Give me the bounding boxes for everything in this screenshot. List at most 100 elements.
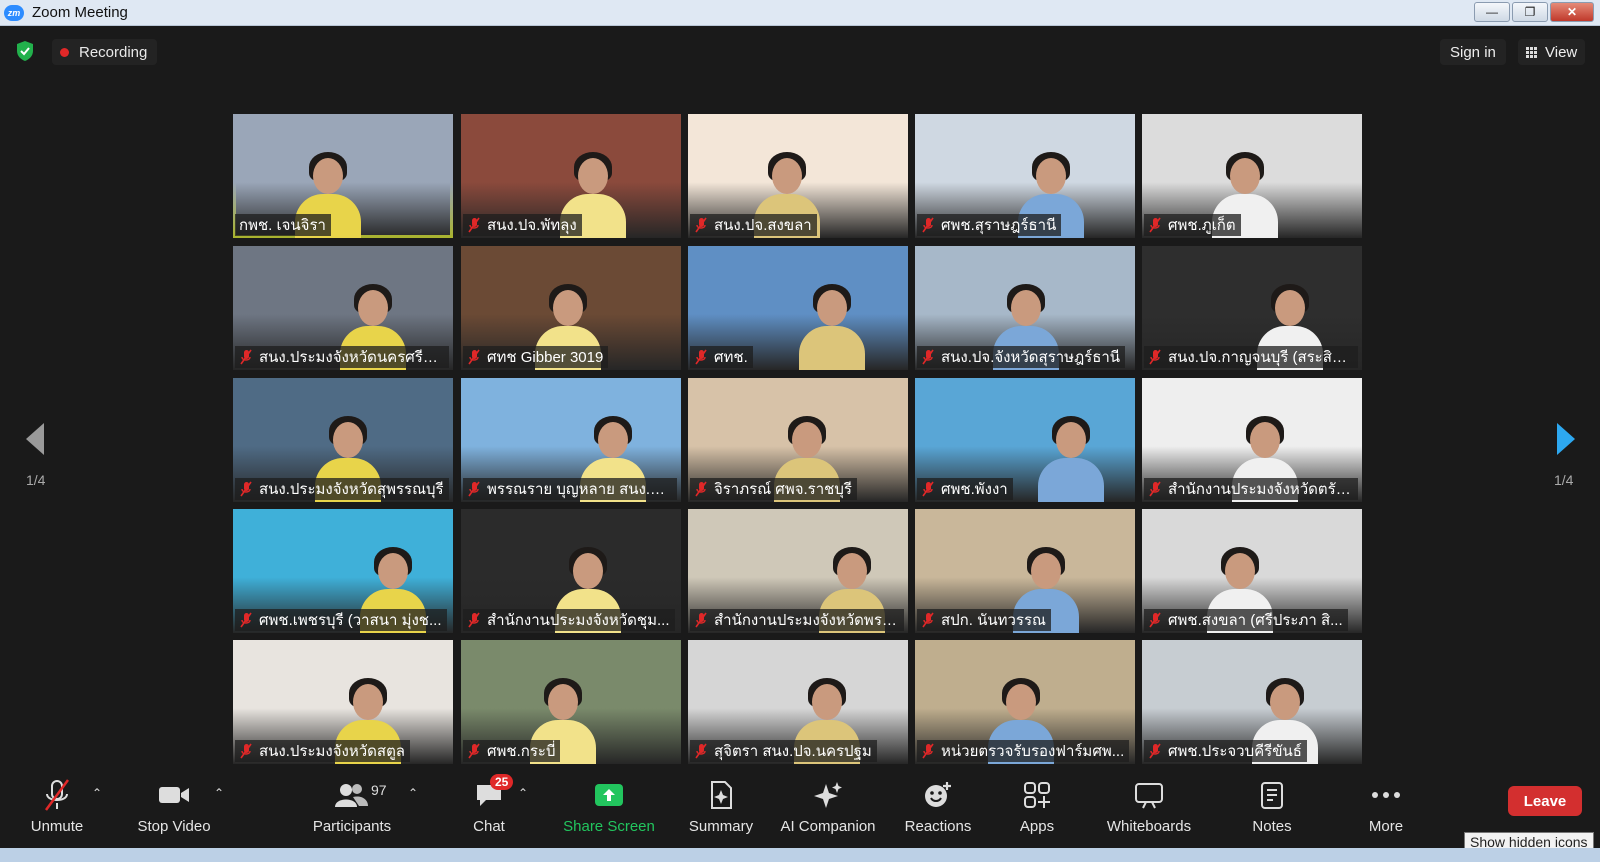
- participant-video-tile[interactable]: ศพช.ภูเก็ต: [1142, 114, 1362, 238]
- participant-video-tile[interactable]: ศพช.กระบี่: [461, 640, 681, 764]
- more-label: More: [1368, 818, 1404, 835]
- participant-name: ศพช.ประจวบคีรีขันธ์: [1168, 743, 1302, 760]
- windows-taskbar: [0, 848, 1600, 862]
- ai-companion-label: AI Companion: [780, 818, 876, 835]
- participants-button[interactable]: 97 Participants: [311, 774, 393, 848]
- apps-icon: [1023, 774, 1051, 816]
- share-screen-button[interactable]: Share Screen: [562, 774, 656, 848]
- next-page-arrow-icon[interactable]: [1555, 422, 1577, 456]
- participant-video-tile[interactable]: ศพช.เพชรบุรี (วาสนา มุ่งช...: [233, 509, 453, 633]
- apps-button[interactable]: Apps: [1018, 774, 1056, 848]
- muted-mic-icon: [1149, 481, 1161, 497]
- participant-video-tile[interactable]: สนง.ปจ.กาญจนบุรี (สระสิท...: [1142, 246, 1362, 370]
- participant-name: ศพช.ภูเก็ต: [1168, 217, 1236, 234]
- muted-mic-icon: [922, 481, 934, 497]
- more-dots-icon: [1371, 774, 1401, 816]
- participant-video-tile[interactable]: สนง.ประมงจังหวัดนครศรีธ...: [233, 246, 453, 370]
- summary-button[interactable]: Summary: [686, 774, 756, 848]
- close-button[interactable]: ✕: [1550, 2, 1594, 22]
- participant-name: ศทช Gibber 3019: [487, 349, 604, 366]
- minimize-button[interactable]: —: [1474, 2, 1510, 22]
- participant-video-tile[interactable]: จิราภรณ์ ศพจ.ราชบุรี: [688, 378, 908, 502]
- participant-video-tile[interactable]: กพช. เจนจิรา: [233, 114, 453, 238]
- restore-button[interactable]: ❐: [1512, 2, 1548, 22]
- participant-video-tile[interactable]: ศพช.สงขลา (ศรีประภา สิ...: [1142, 509, 1362, 633]
- notes-button[interactable]: Notes: [1250, 774, 1294, 848]
- participant-name: สนง.ประมงจังหวัดสุพรรณบุรี: [259, 481, 444, 498]
- stop-video-label: Stop Video: [137, 818, 211, 835]
- muted-microphone-icon: [41, 774, 73, 816]
- participant-video-tile[interactable]: สนง.ประมงจังหวัดสุพรรณบุรี: [233, 378, 453, 502]
- muted-mic-icon: [695, 481, 707, 497]
- participant-video-tile[interactable]: สปก. นันทวรรณ: [915, 509, 1135, 633]
- whiteboards-label: Whiteboards: [1106, 818, 1192, 835]
- security-shield-icon[interactable]: [15, 40, 35, 62]
- participant-video-tile[interactable]: ศทช.: [688, 246, 908, 370]
- muted-mic-icon: [922, 217, 934, 233]
- participant-video-tile[interactable]: หน่วยตรวจรับรองฟาร์มศพ...: [915, 640, 1135, 764]
- participant-name: ศพช.สงขลา (ศรีประภา สิ...: [1168, 612, 1343, 629]
- sign-in-button[interactable]: Sign in: [1440, 39, 1506, 65]
- participant-video-tile[interactable]: สนง.ประมงจังหวัดสตูล: [233, 640, 453, 764]
- video-options-caret-icon[interactable]: ⌃: [214, 786, 224, 800]
- chat-button[interactable]: 25 Chat: [468, 774, 514, 848]
- participant-name-bar: สปก. นันทวรรณ: [917, 609, 1051, 631]
- recording-indicator[interactable]: Recording: [52, 39, 158, 65]
- participant-name-bar: สำนักงานประมงจังหวัดชุม...: [463, 609, 675, 631]
- participants-label: Participants: [312, 818, 392, 835]
- summary-document-icon: [708, 774, 734, 816]
- participant-video-tile[interactable]: ศทช Gibber 3019: [461, 246, 681, 370]
- unmute-label: Unmute: [30, 818, 84, 835]
- participant-name-bar: สำนักงานประมงจังหวัดพระ...: [690, 609, 904, 631]
- muted-mic-icon: [468, 349, 480, 365]
- participant-name: สนง.ปจ.พัทลุง: [487, 217, 577, 234]
- participant-name-bar: สนง.ประมงจังหวัดสตูล: [235, 740, 411, 762]
- participant-video-tile[interactable]: สำนักงานประมงจังหวัดชุม...: [461, 509, 681, 633]
- window-title: Zoom Meeting: [32, 4, 128, 21]
- participant-name-bar: สนง.ปจ.พัทลุง: [463, 214, 582, 236]
- previous-page-arrow-icon[interactable]: [24, 422, 46, 456]
- participant-name: สนง.ปจ.จังหวัดสุราษฎร์ธานี: [941, 349, 1121, 366]
- reactions-button[interactable]: Reactions: [904, 774, 972, 848]
- view-button[interactable]: View: [1518, 39, 1586, 65]
- leave-button[interactable]: Leave: [1508, 786, 1582, 816]
- participant-video-tile[interactable]: สำนักงานประมงจังหวัดตรัง...: [1142, 378, 1362, 502]
- participant-video-tile[interactable]: ศพช.พังงา: [915, 378, 1135, 502]
- window-titlebar: zm Zoom Meeting — ❐ ✕: [0, 0, 1600, 26]
- participant-video-tile[interactable]: สุจิตรา สนง.ปจ.นครปฐม: [688, 640, 908, 764]
- participant-video-tile[interactable]: สนง.ปจ.พัทลุง: [461, 114, 681, 238]
- participant-video-tile[interactable]: สนง.ปจ.จังหวัดสุราษฎร์ธานี: [915, 246, 1135, 370]
- muted-mic-icon: [922, 612, 934, 628]
- participant-name: หน่วยตรวจรับรองฟาร์มศพ...: [941, 743, 1125, 760]
- chat-label: Chat: [473, 818, 505, 835]
- more-button[interactable]: More: [1366, 774, 1406, 848]
- participant-video-tile[interactable]: ศพช.สุราษฎร์ธานี: [915, 114, 1135, 238]
- participant-name: สนง.ปจ.กาญจนบุรี (สระสิท...: [1168, 349, 1353, 366]
- ai-companion-button[interactable]: AI Companion: [778, 774, 878, 848]
- participants-options-caret-icon[interactable]: ⌃: [408, 786, 418, 800]
- participant-video-tile[interactable]: ศพช.ประจวบคีรีขันธ์: [1142, 640, 1362, 764]
- view-label: View: [1545, 43, 1578, 61]
- participant-name: สุจิตรา สนง.ปจ.นครปฐม: [714, 743, 872, 760]
- summary-label: Summary: [688, 818, 754, 835]
- participant-silhouette: [1036, 412, 1106, 502]
- notes-icon: [1259, 774, 1285, 816]
- participant-video-tile[interactable]: สำนักงานประมงจังหวัดพระ...: [688, 509, 908, 633]
- whiteboards-button[interactable]: Whiteboards: [1104, 774, 1194, 848]
- muted-mic-icon: [1149, 217, 1161, 233]
- unmute-button[interactable]: Unmute: [28, 774, 86, 848]
- chat-options-caret-icon[interactable]: ⌃: [518, 786, 528, 800]
- stop-video-button[interactable]: Stop Video: [136, 774, 212, 848]
- muted-mic-icon: [922, 349, 934, 365]
- participant-name-bar: ศพช.เพชรบุรี (วาสนา มุ่งช...: [235, 609, 447, 631]
- participant-video-tile[interactable]: พรรณราย บุญหลาย สนง.ป...: [461, 378, 681, 502]
- participant-video-tile[interactable]: สนง.ปจ.สงขลา: [688, 114, 908, 238]
- participant-name: สำนักงานประมงจังหวัดตรัง...: [1168, 481, 1353, 498]
- muted-mic-icon: [1149, 349, 1161, 365]
- audio-options-caret-icon[interactable]: ⌃: [92, 786, 102, 800]
- notes-label: Notes: [1252, 818, 1292, 835]
- share-screen-label: Share Screen: [563, 818, 655, 835]
- muted-mic-icon: [240, 743, 252, 759]
- participant-name-bar: ศพช.กระบี่: [463, 740, 561, 762]
- participant-name-bar: ศพช.ภูเก็ต: [1144, 214, 1241, 236]
